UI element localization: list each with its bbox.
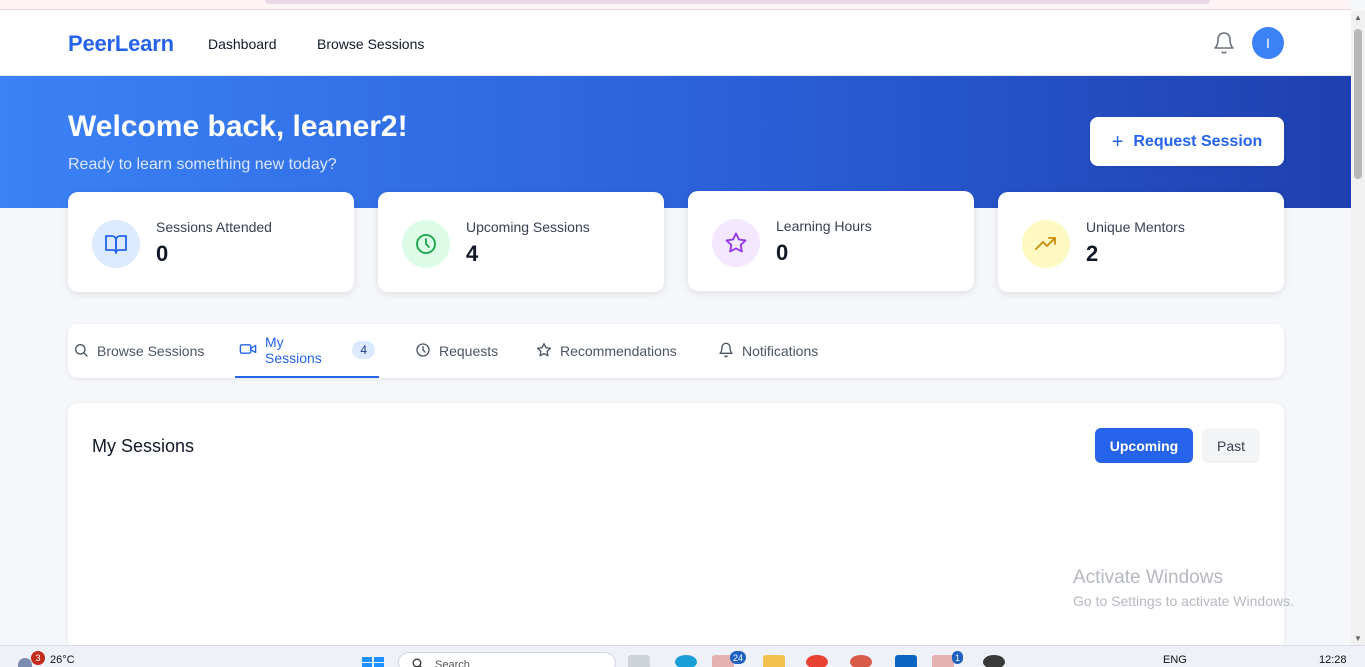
windows-taskbar: 3 26°C Search 24 1 ENG 12:28 [0,645,1365,667]
tab-label: Recommendations [560,343,677,359]
welcome-title: Welcome back, leaner2! [68,110,408,143]
tab-label: My Sessions [265,334,322,366]
stat-value: 2 [1086,241,1099,266]
browser-tab-strip [265,0,1210,4]
weather-badge: 3 [31,651,45,665]
stat-card-unique-mentors: Unique Mentors 2 [998,192,1284,292]
clock-icon [402,220,450,268]
past-filter-button[interactable]: Past [1202,428,1260,463]
video-icon [239,341,257,360]
dashboard-tabs: Browse Sessions My Sessions 4 Requests R… [68,324,1284,378]
user-avatar[interactable]: I [1252,27,1284,59]
media-player-icon[interactable] [983,655,1005,667]
welcome-subtitle: Ready to learn something new today? [68,156,337,173]
windows-start-icon[interactable] [362,657,384,667]
book-open-icon [92,220,140,268]
stat-label: Sessions Attended [156,219,272,235]
watermark-subtitle: Go to Settings to activate Windows. [1073,593,1294,609]
clock-time[interactable]: 12:28 [1319,654,1347,666]
welcome-banner: Welcome back, leaner2! Ready to learn so… [0,76,1351,208]
chrome-icon[interactable] [806,655,828,667]
notifications-bell-icon[interactable] [1212,31,1236,55]
stat-card-learning-hours: Learning Hours 0 [688,191,974,291]
scrollbar-thumb[interactable] [1354,29,1362,179]
language-indicator[interactable]: ENG [1163,654,1187,666]
tab-recommendations[interactable]: Recommendations [536,324,677,378]
brand-logo[interactable]: PeerLearn [68,31,174,57]
stat-label: Learning Hours [776,218,872,234]
file-explorer-icon[interactable] [763,655,785,667]
plus-icon: + [1111,130,1124,153]
app-notification-badge: 24 [730,651,747,664]
stat-card-sessions-attended: Sessions Attended 0 [68,192,354,292]
stat-label: Upcoming Sessions [466,219,590,235]
nav-link-browse-sessions[interactable]: Browse Sessions [317,36,424,52]
star-icon [536,342,552,361]
watermark-title: Activate Windows [1073,567,1223,588]
tab-count-badge: 4 [352,341,375,359]
taskbar-search-input[interactable]: Search [398,652,616,667]
search-icon [73,342,89,361]
request-session-label: Request Session [1133,132,1263,150]
nav-link-dashboard[interactable]: Dashboard [208,36,277,52]
tab-requests[interactable]: Requests [415,324,498,378]
tab-label: Requests [439,343,499,359]
stat-value: 4 [466,241,479,266]
edge-browser-icon[interactable] [675,655,697,667]
app-notification-badge: 1 [952,651,964,664]
activate-windows-watermark: Activate Windows Go to Settings to activ… [1073,567,1294,609]
request-session-button[interactable]: + Request Session [1090,117,1284,166]
weather-icon[interactable] [18,658,32,667]
stat-label: Unique Mentors [1086,219,1185,235]
panel-title: My Sessions [92,436,195,456]
linkedin-icon[interactable] [895,655,917,667]
tab-label: Browse Sessions [97,343,205,359]
tab-browse-sessions[interactable]: Browse Sessions [73,324,204,378]
stat-value: 0 [776,240,789,265]
scroll-up-icon[interactable]: ▲ [1354,13,1362,22]
star-icon [712,219,760,267]
page-scrollbar[interactable]: ▲ ▼ [1351,11,1365,645]
stat-card-upcoming-sessions: Upcoming Sessions 4 [378,192,664,292]
trending-up-icon [1022,220,1070,268]
upcoming-filter-button[interactable]: Upcoming [1095,428,1193,463]
taskbar-search-placeholder: Search [435,659,470,667]
top-navbar: PeerLearn Dashboard Browse Sessions I [0,11,1351,76]
scroll-down-icon[interactable]: ▼ [1354,634,1362,643]
tab-notifications[interactable]: Notifications [718,324,818,378]
browser-top-strip [0,0,1351,10]
my-sessions-panel: My Sessions Upcoming Past [68,403,1284,653]
stat-value: 0 [156,241,169,266]
search-icon [411,657,424,667]
bell-icon [718,342,734,361]
task-view-icon[interactable] [628,655,650,667]
clock-icon [415,342,431,361]
tab-my-sessions[interactable]: My Sessions 4 [235,324,379,378]
mail-app-icon[interactable] [932,655,954,667]
weather-temperature[interactable]: 26°C [50,654,75,666]
tab-label: Notifications [742,343,819,359]
chrome-profile-icon[interactable] [850,655,872,667]
